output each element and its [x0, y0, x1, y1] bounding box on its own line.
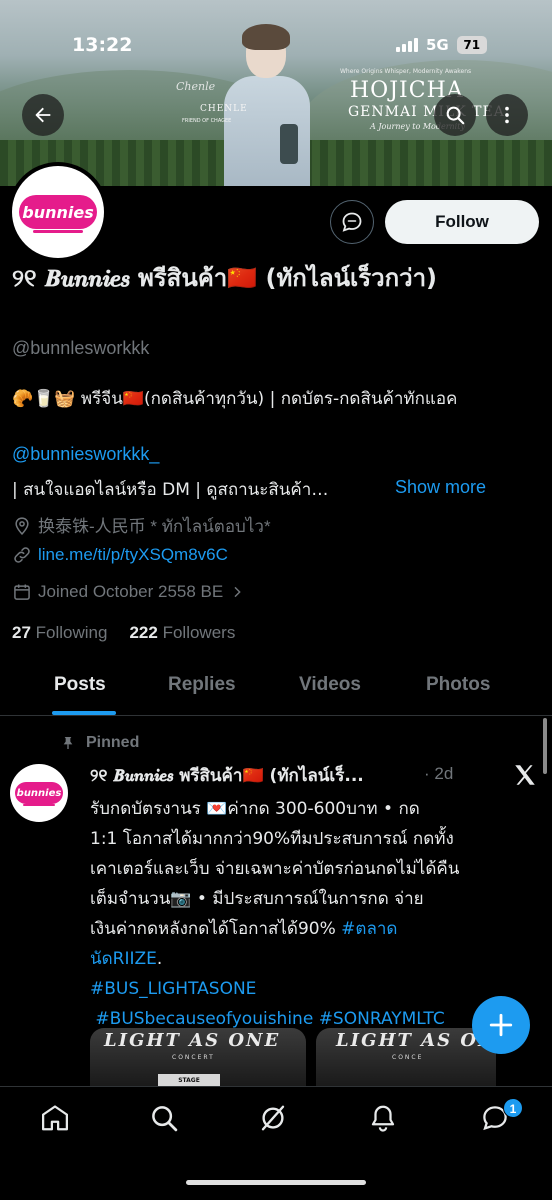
banner-title2: GENMAI MILK TEA	[348, 104, 505, 120]
tab-posts[interactable]: Posts	[54, 674, 106, 696]
profile-website[interactable]: line.me/ti/p/tyXSQm8v6C	[12, 545, 228, 565]
battery-icon: 71	[456, 36, 487, 54]
hashtag-link[interactable]: #ตลาด	[341, 919, 397, 939]
tab-videos[interactable]: Videos	[299, 674, 361, 696]
tab-replies[interactable]: Replies	[168, 674, 236, 696]
media-word: LIGHT AS ONE	[336, 1030, 496, 1051]
media-word: LIGHT AS ONE	[104, 1030, 281, 1051]
profile-display-name: ୨୧ 𝑩𝒖𝒏𝒏𝒊𝒆𝒔 พรีสินค้า🇨🇳 (ทักไลน์เร็วกว่า)	[12, 264, 438, 292]
profile-bio: 🥐🥛🧺 พรีจีน🇨🇳(กดสินค้าทุกวัน) | กดบัตร-กด…	[12, 389, 458, 409]
bunnies-logo: bunnies	[19, 195, 97, 233]
search-icon	[446, 106, 465, 125]
notifications-icon[interactable]	[368, 1103, 398, 1133]
x-logo-icon[interactable]	[512, 762, 538, 788]
tweet-line: เงินค่ากดหลังกดได้โอกาสได้90% #ตลาด	[90, 919, 398, 939]
profile-banner[interactable]: Chenle CHENLE FRIEND OF CHAGEE Where Ori…	[0, 0, 552, 186]
signal-icon	[396, 38, 418, 52]
tweet-author[interactable]: ୨୧ 𝑩𝒖𝒏𝒏𝒊𝒆𝒔 พรีสินค้า🇨🇳 (ทักไลน์เร็...	[90, 762, 364, 789]
compose-post-button[interactable]	[472, 996, 530, 1054]
tweet-time[interactable]: · 2d	[424, 764, 453, 784]
bunnies-logo: bunnies	[15, 782, 63, 806]
profile-location: 换泰铢-人民币 * ทักไลน์ตอบไว*	[12, 512, 271, 540]
grok-icon[interactable]	[258, 1103, 288, 1133]
home-indicator[interactable]	[186, 1180, 366, 1185]
banner-signature: Chenle	[176, 80, 216, 93]
more-options-button[interactable]	[486, 94, 528, 136]
show-more-link[interactable]: Show more	[395, 477, 486, 498]
pin-icon	[63, 737, 73, 749]
status-time: 13:22	[72, 34, 133, 56]
following-link[interactable]: 27 Following	[12, 623, 107, 643]
media-sub: CONCERT	[172, 1054, 215, 1061]
tweet-media-1[interactable]: LIGHT AS ONE CONCERT STAGE	[90, 1028, 306, 1086]
message-button[interactable]	[330, 200, 374, 244]
search-icon[interactable]	[149, 1103, 179, 1133]
search-profile-button[interactable]	[434, 94, 476, 136]
hashtag-link[interactable]: นัดRIIZE	[90, 949, 157, 969]
banner-brand-sub: FRIEND OF CHAGEE	[182, 118, 232, 124]
follow-stats: 27 Following 222 Followers	[12, 623, 235, 643]
followers-link[interactable]: 222 Followers	[129, 623, 235, 643]
profile-handle: @bunnlesworkkk	[12, 338, 150, 358]
profile-avatar[interactable]: bunnies	[8, 162, 108, 262]
tweet-line: #BUS_LIGHTASONE	[90, 974, 540, 1004]
tweet-line: 1:1 โอกาสได้มากกว่า90%ทีมประสบการณ์ กดทั…	[90, 829, 454, 849]
back-button[interactable]	[22, 94, 64, 136]
profile-tabs: Posts Replies Videos Photos	[0, 656, 552, 716]
pinned-indicator: Pinned	[60, 734, 139, 752]
home-icon[interactable]	[40, 1103, 70, 1133]
scrollbar[interactable]	[543, 718, 547, 774]
arrow-left-icon	[35, 107, 51, 123]
messages-badge: 1	[503, 1098, 523, 1118]
hashtag-link[interactable]: #BUS_LIGHTASONE	[90, 979, 256, 999]
tweet-avatar[interactable]: bunnies	[10, 764, 68, 822]
calendar-icon	[14, 584, 30, 600]
follow-button[interactable]: Follow	[385, 200, 539, 244]
joined-text: Joined October 2558 BE	[38, 582, 224, 601]
more-vertical-icon	[505, 106, 509, 124]
link-icon	[14, 547, 30, 563]
network-type: 5G	[426, 36, 449, 54]
banner-brand: CHENLE	[200, 104, 248, 114]
tab-photos[interactable]: Photos	[426, 674, 490, 696]
banner-tagline: Where Origins Whisper, Modernity Awakens	[340, 68, 472, 75]
tweet-line: นัดRIIZE.	[90, 949, 163, 969]
tweet-line: รับกดบัตรงานร 💌ค่ากด 300-600บาท • กด	[90, 799, 420, 819]
plus-icon	[489, 1013, 513, 1037]
tweet-line: เต็มจำนวน📷 • มีประสบการณ์ในการกด จ่าย	[90, 889, 424, 909]
profile-bio-continued: | สนใจแอดไลน์หรือ DM | ดูสถานะสินค้า…	[12, 480, 329, 500]
tweet-media-2[interactable]: LIGHT AS ONE CONCE	[316, 1028, 496, 1086]
media-stage: STAGE	[158, 1074, 220, 1086]
profile-joined[interactable]: Joined October 2558 BE	[12, 582, 245, 602]
bio-mention-link[interactable]: @bunniesworkkk_	[12, 444, 159, 465]
status-icons: 5G 71	[396, 36, 487, 54]
location-pin-icon	[15, 517, 29, 535]
website-link[interactable]: line.me/ti/p/tyXSQm8v6C	[38, 545, 228, 565]
hashtag-link[interactable]: #BUSbecauseofyouishine #SONRAYMLTC	[95, 1009, 444, 1029]
location-text: 换泰铢-人民币 * ทักไลน์ตอบไว*	[38, 517, 271, 536]
tweet-text: รับกดบัตรงานร 💌ค่ากด 300-600บาท • กด 1:1…	[90, 794, 540, 1034]
tweet-line: เคาเตอร์และเว็บ จ่ายเฉพาะค่าบัตรก่อนกดไม…	[90, 859, 460, 879]
active-tab-indicator	[52, 711, 116, 715]
media-sub: CONCE	[392, 1054, 424, 1061]
chevron-right-icon	[234, 586, 241, 598]
message-icon	[342, 212, 362, 232]
banner-person	[218, 20, 314, 186]
